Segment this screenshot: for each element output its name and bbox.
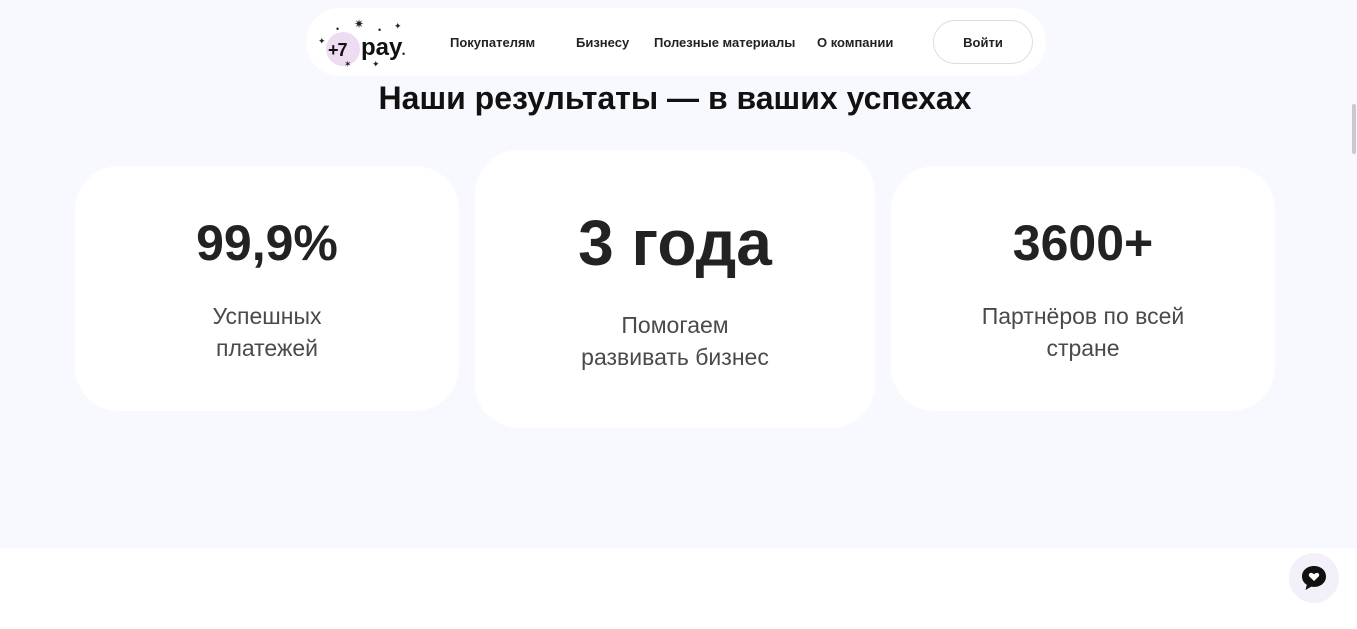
- stat-value: 3 года: [578, 207, 772, 279]
- stat-card-partners: 3600+ Партнёров по всей стране: [891, 166, 1275, 411]
- sparkle-icon: ✦: [372, 59, 380, 69]
- nav-link-materials[interactable]: Полезные материалы: [654, 35, 795, 50]
- sparkle-icon: •: [402, 49, 406, 59]
- stat-card-years: 3 года Помогаем развивать бизнес: [475, 150, 875, 428]
- scrollbar-thumb[interactable]: [1352, 104, 1356, 154]
- stat-description: Успешных платежей: [75, 300, 459, 364]
- stat-card-payments: 99,9% Успешных платежей: [75, 166, 459, 411]
- stat-description-line: платежей: [216, 335, 318, 361]
- stat-description: Помогаем развивать бизнес: [475, 309, 875, 373]
- sparkle-icon: ✶: [344, 59, 352, 69]
- stat-description-line: Партнёров по всей: [981, 303, 1185, 329]
- logo[interactable]: +7 pay ✦ • ✷ • ✦ ✶ ✦ •: [316, 16, 411, 72]
- sparkle-icon: •: [336, 24, 340, 34]
- nav-link-buyers[interactable]: Покупателям: [450, 35, 535, 50]
- chat-button[interactable]: [1289, 553, 1339, 603]
- sparkle-icon: ✦: [318, 36, 326, 46]
- stat-description-line: развивать бизнес: [581, 344, 769, 370]
- section-title: Наши результаты — в ваших успехах: [378, 80, 972, 116]
- stat-value: 3600+: [1012, 215, 1154, 271]
- stat-description-line: стране: [1046, 335, 1120, 361]
- login-button[interactable]: Войти: [933, 20, 1033, 64]
- nav-link-about[interactable]: О компании: [817, 35, 893, 50]
- stat-description: Партнёров по всей стране: [891, 300, 1275, 364]
- nav-link-business[interactable]: Бизнесу: [576, 35, 629, 50]
- logo-prefix: +7: [328, 40, 348, 60]
- stat-description-line: Успешных: [212, 303, 322, 329]
- stat-value: 99,9%: [196, 215, 338, 271]
- logo-wordmark: pay: [361, 34, 403, 61]
- top-navbar: +7 pay ✦ • ✷ • ✦ ✶ ✦ • Покупателям Бизне…: [306, 8, 1046, 76]
- sparkle-icon: •: [378, 25, 382, 35]
- sparkle-icon: ✦: [394, 21, 402, 31]
- sparkle-icon: ✷: [354, 17, 365, 31]
- chat-heart-icon: [1302, 566, 1326, 590]
- stat-description-line: Помогаем: [621, 312, 729, 338]
